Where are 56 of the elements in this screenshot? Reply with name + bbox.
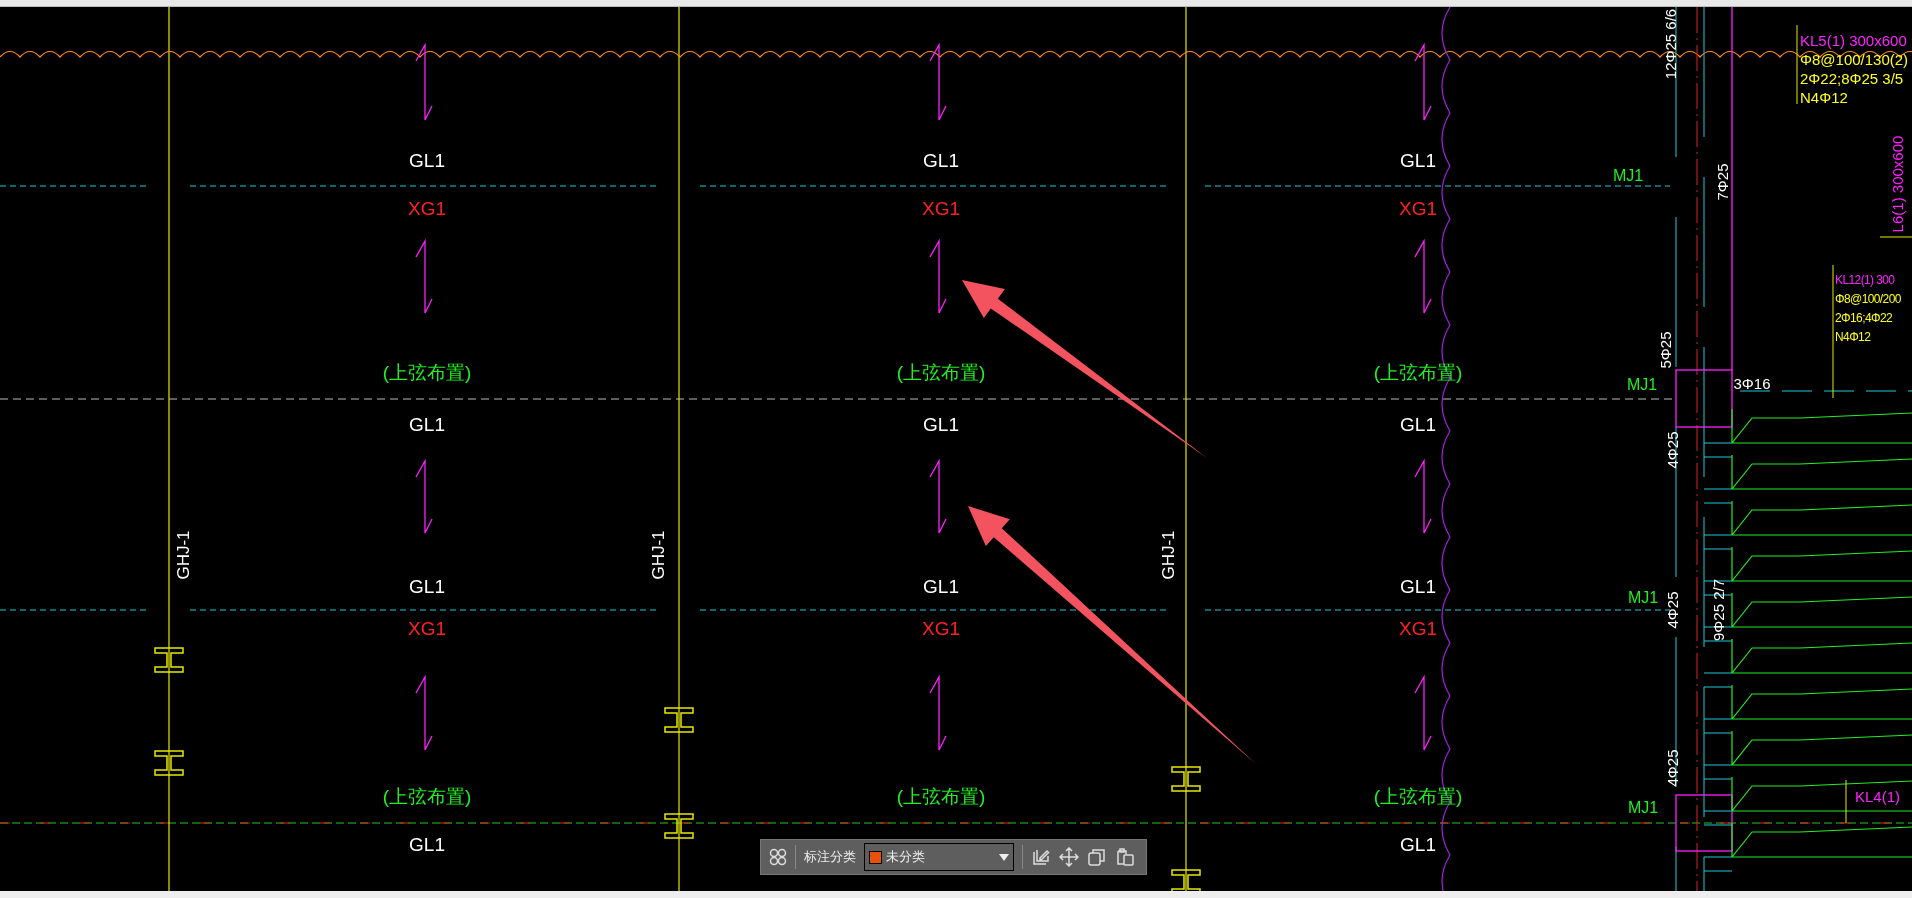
column-tag: GHJ-1 (174, 530, 192, 580)
layout-note: (上弦布置) (896, 786, 986, 806)
beam-tag: KL4(1) (1855, 789, 1901, 804)
wall-tag: MJ1 (1626, 377, 1658, 393)
layout-note: (上弦布置) (896, 362, 986, 382)
beam-label: GL1 (923, 414, 959, 434)
beam-label: GL1 (923, 150, 959, 170)
beam-label: GL1 (1400, 576, 1436, 596)
paste-icon[interactable] (1115, 847, 1135, 867)
category-dropdown[interactable]: 未分类 (864, 843, 1014, 871)
brace-label: XG1 (1399, 618, 1437, 638)
beam-spec: Φ8@100/200 (1835, 293, 1901, 305)
toolbar-label: 标注分类 (804, 848, 856, 867)
beam-spec: N4Φ12 (1800, 90, 1848, 105)
beam-spec: 2Φ22;8Φ25 3/5 (1800, 71, 1904, 86)
rebar-mark: 4Φ25 (1664, 749, 1680, 787)
beam-label: GL1 (409, 834, 445, 854)
rebar-mark: 9Φ25 2/7 (1710, 579, 1726, 641)
column-tag: GHJ-1 (649, 530, 667, 580)
column-tag: GHJ-1 (1159, 530, 1177, 580)
rebar-mark: 7Φ25 (1714, 163, 1730, 201)
layout-note: (上弦布置) (382, 786, 472, 806)
rebar-mark: 12Φ25 6/6 (1662, 8, 1678, 80)
brace-label: XG1 (408, 618, 446, 638)
brace-label: XG1 (1399, 198, 1437, 218)
brace-label: XG1 (922, 198, 960, 218)
wall-tag: MJ1 (1627, 800, 1659, 816)
grid-icon[interactable] (769, 848, 787, 866)
beam-spec: Φ8@100/130(2) (1800, 52, 1909, 67)
beam-label: GL1 (1400, 150, 1436, 170)
brace-label: XG1 (922, 618, 960, 638)
column-outline (1675, 794, 1733, 852)
category-value: 未分类 (886, 848, 926, 867)
move-icon[interactable] (1059, 847, 1079, 867)
copy-icon[interactable] (1087, 847, 1107, 867)
caret-icon (999, 853, 1009, 861)
beam-label: GL1 (1400, 414, 1436, 434)
beam-tag: L6(1) 300x600 (1889, 135, 1905, 233)
beam-tag: KL12(1) 300 (1835, 274, 1895, 286)
beam-spec: 2Φ16;4Φ22 (1835, 312, 1893, 324)
beam-label: GL1 (923, 576, 959, 596)
wall-tag: MJ1 (1612, 168, 1644, 184)
beam-label: GL1 (409, 414, 445, 434)
beam-label: GL1 (1400, 834, 1436, 854)
layout-note: (上弦布置) (382, 362, 472, 382)
rebar-mark: 5Φ25 (1657, 331, 1673, 369)
rebar-mark: 3Φ16 (1733, 375, 1771, 391)
wall-tag: MJ1 (1627, 590, 1659, 606)
beam-label: GL1 (409, 150, 445, 170)
beam-spec: N4Φ12 (1835, 331, 1871, 343)
edit-icon[interactable] (1031, 847, 1051, 867)
rebar-mark: 4Φ25 (1664, 591, 1680, 629)
rebar-mark: 4Φ25 (1664, 431, 1680, 469)
brace-label: XG1 (408, 198, 446, 218)
beam-label: GL1 (409, 576, 445, 596)
beam-tag: KL5(1) 300x600 (1800, 33, 1907, 48)
